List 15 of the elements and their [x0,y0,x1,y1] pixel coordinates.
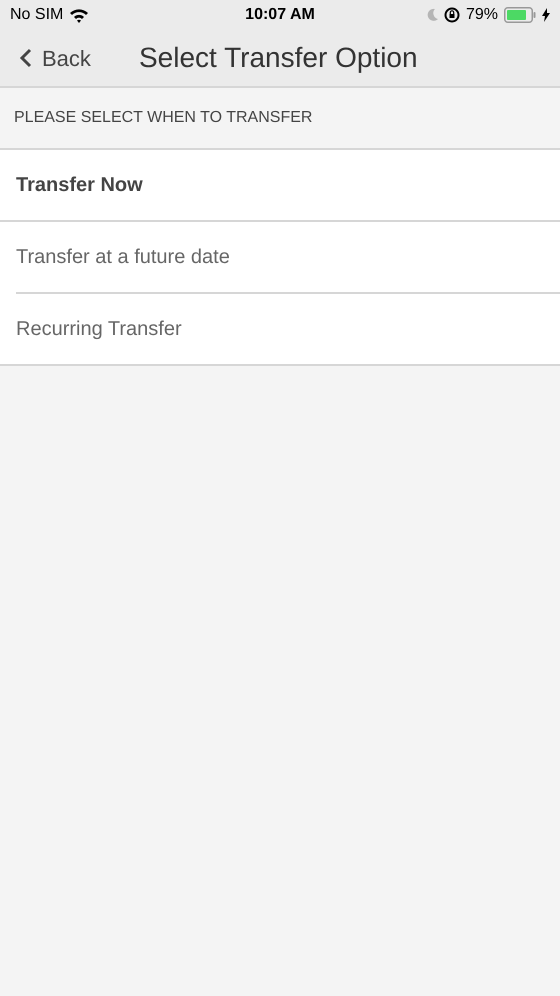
back-button[interactable]: Back [0,42,91,74]
option-item[interactable]: Transfer at a future date [0,222,560,292]
section-header: PLEASE SELECT WHEN TO TRANSFER [14,108,312,128]
status-time: 10:07 AM [245,5,315,25]
chevron-left-icon [20,48,32,68]
option-item[interactable]: Transfer Now [0,150,560,220]
battery-percent: 79% [466,5,498,25]
moon-icon [426,8,438,22]
battery-icon [504,7,536,23]
screen-title: Select Transfer Option [139,41,418,75]
charging-icon [542,8,550,22]
option-item[interactable]: Recurring Transfer [0,294,560,364]
carrier-label: No SIM [10,5,64,25]
rotation-lock-icon [444,7,460,23]
wifi-icon [69,8,90,22]
